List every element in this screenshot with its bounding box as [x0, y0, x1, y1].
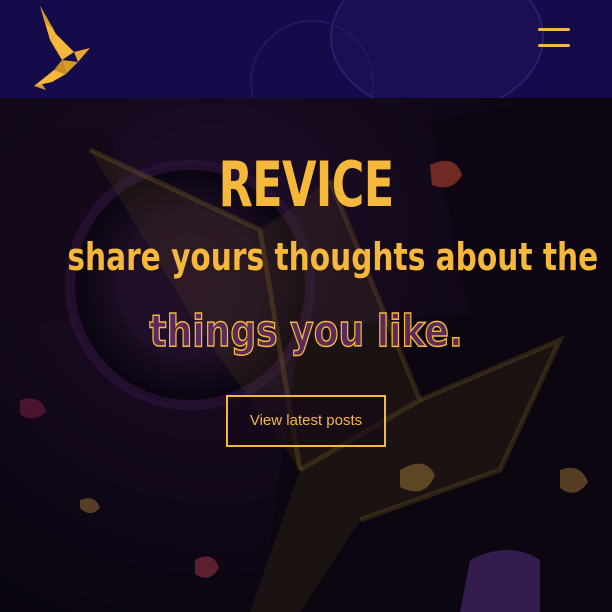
hero-title: REVICE [218, 148, 395, 221]
hero-subtitle-outline: things you like. [149, 305, 464, 358]
page: REVICE share yours thoughts about the th… [0, 0, 612, 612]
menu-line [538, 44, 570, 47]
hero-subtitle: share yours thoughts about the [67, 235, 599, 279]
view-latest-posts-button[interactable]: View latest posts [226, 395, 386, 447]
origami-bird-icon[interactable] [32, 4, 92, 90]
menu-line [538, 28, 570, 31]
hamburger-menu-icon[interactable] [536, 26, 574, 52]
